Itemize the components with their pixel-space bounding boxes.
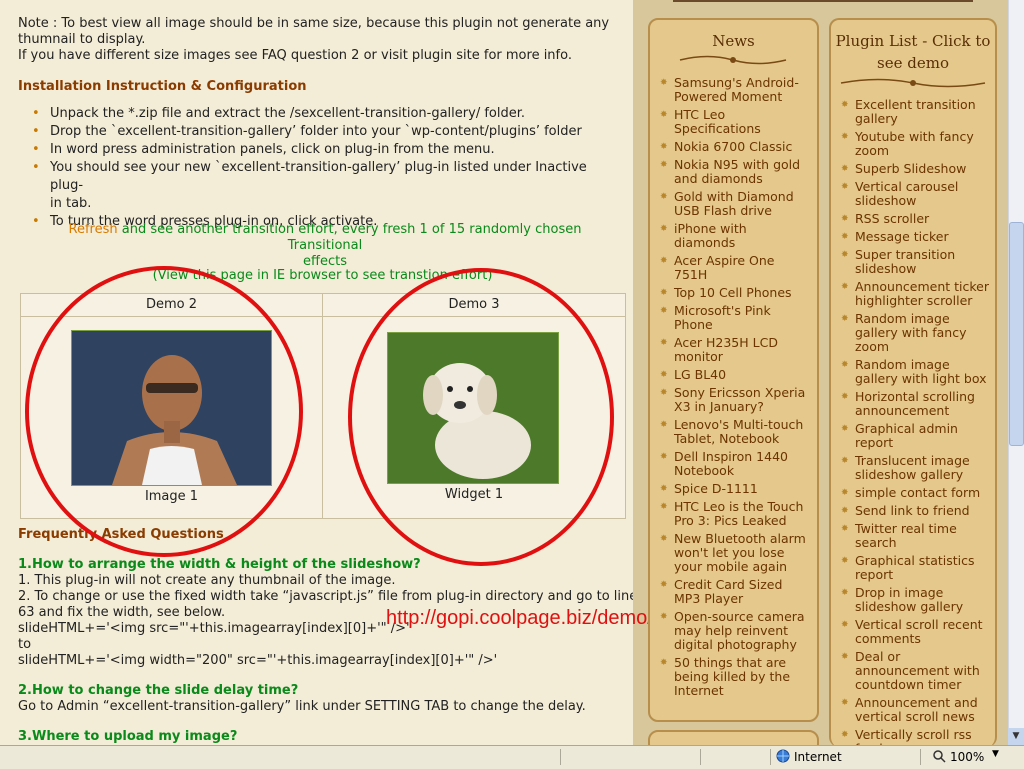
plugin-item[interactable]: Send link to friend [841, 504, 989, 519]
plugin-panel: Plugin List - Click to see demo Excellen… [829, 18, 997, 756]
news-title: News [712, 32, 755, 50]
news-item[interactable]: Lenovo's Multi-touch Tablet, Notebook [660, 418, 810, 446]
plugin-title: Plugin List - Click to see demo [835, 32, 991, 72]
faq-answer: 2. To change or use the fixed width take… [18, 589, 633, 604]
list-item: Drop the `excellent-transition-gallery’ … [26, 123, 616, 141]
news-item[interactable]: Sony Ericsson Xperia X3 in January? [660, 386, 810, 414]
news-item[interactable]: Acer Aspire One 751H [660, 254, 810, 282]
annotation-circle [25, 266, 303, 557]
news-list: Samsung's Android-Powered Moment HTC Leo… [660, 76, 810, 702]
news-item[interactable]: HTC Leo is the Touch Pro 3: Pics Leaked [660, 500, 810, 528]
chevron-down-icon[interactable]: ▼ [992, 749, 999, 759]
globe-icon [776, 749, 790, 766]
list-item-text: in tab. [50, 196, 92, 211]
news-item[interactable]: Open-source camera may help reinvent dig… [660, 610, 810, 652]
plugin-item[interactable]: Twitter real time search [841, 522, 989, 550]
status-bar: Internet 100% ▼ [0, 745, 1024, 769]
faq-question: 2.How to change the slide delay time? [18, 683, 299, 698]
install-heading: Installation Instruction & Configuration [18, 79, 307, 94]
header-strip [673, 0, 973, 2]
news-item[interactable]: Top 10 Cell Phones [660, 286, 810, 301]
status-divider [770, 749, 771, 765]
status-divider [700, 749, 701, 765]
faq-answer: to [18, 637, 32, 652]
zoom-icon[interactable] [932, 749, 946, 766]
faq-answer: 1. This plug-in will not create any thum… [18, 573, 396, 588]
refresh-notice: Refresh and see another transition effor… [30, 222, 620, 270]
plugin-item[interactable]: Vertical scroll recent comments [841, 618, 989, 646]
scrollbar-thumb[interactable] [1009, 222, 1024, 446]
plugin-item[interactable]: Graphical admin report [841, 422, 989, 450]
plugin-item[interactable]: Graphical statistics report [841, 554, 989, 582]
status-divider [560, 749, 561, 765]
plugin-item[interactable]: Random image gallery with light box [841, 358, 989, 386]
news-item[interactable]: New Bluetooth alarm won't let you lose y… [660, 532, 810, 574]
plugin-item[interactable]: Drop in image slideshow gallery [841, 586, 989, 614]
refresh-text: and see another transition effort, every… [117, 222, 582, 253]
faq-answer: Go to Admin “excellent-transition-galler… [18, 699, 586, 714]
plugin-item[interactable]: Deal or announcement with countdown time… [841, 650, 989, 692]
news-item[interactable]: Gold with Diamond USB Flash drive [660, 190, 810, 218]
status-divider [920, 749, 921, 765]
news-item[interactable]: HTC Leo Specifications [660, 108, 810, 136]
zoom-level[interactable]: 100% [950, 750, 984, 764]
faq-question: 3.Where to upload my image? [18, 729, 238, 744]
faq-code: slideHTML+='<img width="200" src="'+this… [18, 653, 498, 668]
news-item[interactable]: Samsung's Android-Powered Moment [660, 76, 810, 104]
refresh-link[interactable]: Refresh [69, 222, 118, 237]
news-item[interactable]: Nokia N95 with gold and diamonds [660, 158, 810, 186]
news-item[interactable]: 50 things that are being killed by the I… [660, 656, 810, 698]
note-line: If you have different size images see FA… [18, 48, 572, 63]
news-item[interactable]: Credit Card Sized MP3 Player [660, 578, 810, 606]
list-item: Unpack the *.zip file and extract the /s… [26, 105, 616, 123]
annotation-url: http://gopi.coolpage.biz/demo/ [386, 607, 653, 629]
list-item: In word press administration panels, cli… [26, 141, 616, 159]
faq-code: slideHTML+='<img src="'+this.imagearray[… [18, 621, 410, 636]
plugin-item[interactable]: Announcement ticker highlighter scroller [841, 280, 989, 308]
plugin-item[interactable]: Excellent transition gallery [841, 98, 989, 126]
plugin-item[interactable]: Vertical carousel slideshow [841, 180, 989, 208]
list-item-text: You should see your new `excellent-trans… [50, 160, 587, 193]
plugin-item[interactable]: Message ticker [841, 230, 989, 245]
news-panel: News Samsung's Android-Powered Moment HT… [648, 18, 819, 722]
plugin-item[interactable]: simple contact form [841, 486, 989, 501]
security-zone: Internet [794, 750, 842, 764]
plugin-item[interactable]: Super transition slideshow [841, 248, 989, 276]
faq-answer: 63 and fix the width, see below. [18, 605, 226, 620]
news-item[interactable]: Nokia 6700 Classic [660, 140, 810, 155]
annotation-circle [348, 268, 614, 566]
plugin-item[interactable]: Youtube with fancy zoom [841, 130, 989, 158]
refresh-text: effects [303, 254, 347, 269]
ornament-icon [840, 78, 986, 88]
news-item[interactable]: Acer H235H LCD monitor [660, 336, 810, 364]
plugin-item[interactable]: Horizontal scrolling announcement [841, 390, 989, 418]
news-item[interactable]: iPhone with diamonds [660, 222, 810, 250]
note-line: Note : To best view all image should be … [18, 16, 610, 31]
news-item[interactable]: Microsoft's Pink Phone [660, 304, 810, 332]
plugin-item[interactable]: Announcement and vertical scroll news [841, 696, 989, 724]
plugin-item[interactable]: Random image gallery with fancy zoom [841, 312, 989, 354]
plugin-item[interactable]: Superb Slideshow [841, 162, 989, 177]
news-item[interactable]: Dell Inspiron 1440 Notebook [660, 450, 810, 478]
list-item: You should see your new `excellent-trans… [26, 159, 616, 213]
install-steps: Unpack the *.zip file and extract the /s… [26, 105, 616, 231]
news-item[interactable]: LG BL40 [660, 368, 810, 383]
plugin-list: Excellent transition gallery Youtube wit… [841, 98, 989, 760]
ornament-icon [679, 55, 787, 65]
plugin-item[interactable]: Translucent image slideshow gallery [841, 454, 989, 482]
scroll-down-icon[interactable]: ▼ [1008, 728, 1024, 745]
note-line: thumnail to display. [18, 32, 146, 47]
news-item[interactable]: Spice D-1111 [660, 482, 810, 497]
plugin-item[interactable]: RSS scroller [841, 212, 989, 227]
faq-question: 1.How to arrange the width & height of t… [18, 557, 421, 572]
